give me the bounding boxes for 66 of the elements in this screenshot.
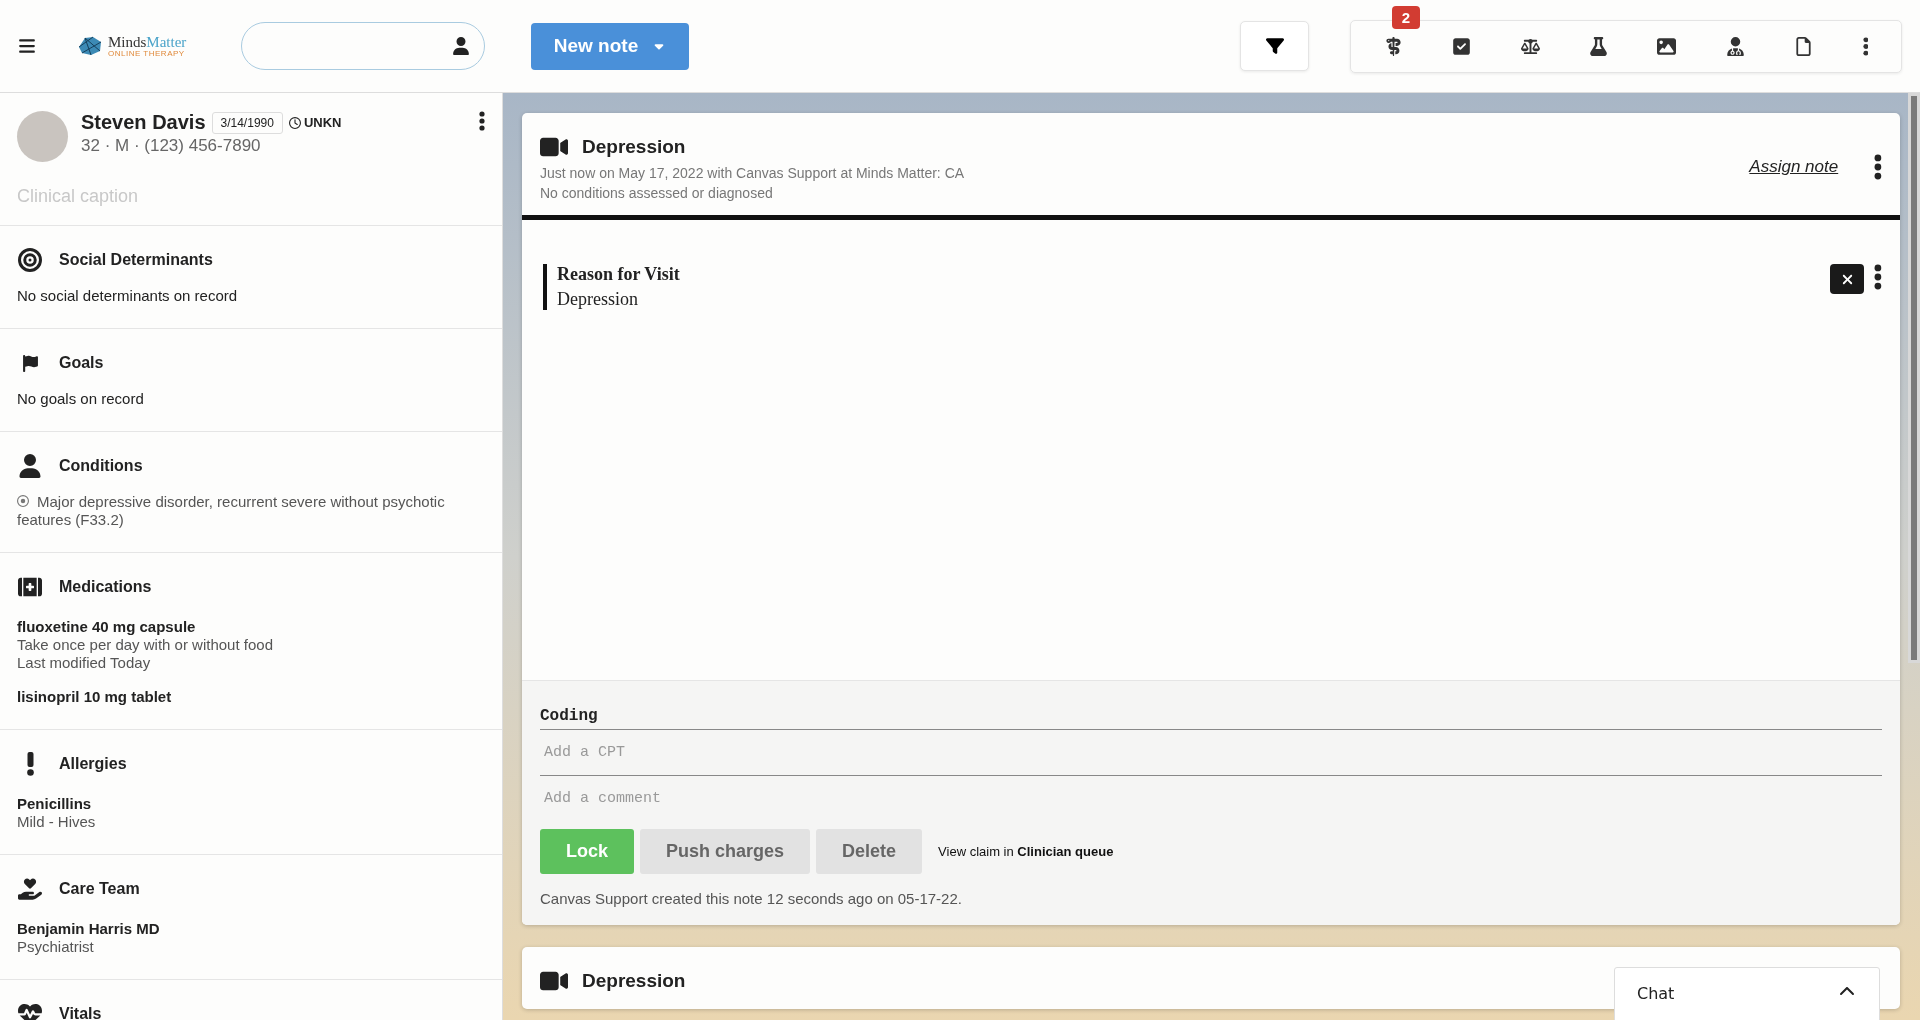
more-icon[interactable] (479, 111, 485, 131)
comment-input-field[interactable]: Add a comment (540, 776, 1882, 821)
record-detail: Take once per day with or without food (17, 636, 274, 654)
record-detail: Psychiatrist (17, 938, 95, 956)
doctor-icon (1725, 36, 1745, 56)
section-title: Vitals (59, 1005, 102, 1020)
cpt-input-field[interactable]: Add a CPT (540, 730, 1882, 776)
checkbox-icon (1452, 36, 1472, 56)
medical-kit-icon (18, 575, 42, 599)
flag-icon (21, 354, 39, 372)
exclamation-icon (26, 752, 34, 776)
note-footer-text: Canvas Support created this note 12 seconds ago on 05-17-22. (540, 890, 962, 907)
record-title: Penicillins (17, 795, 93, 813)
section-title: Care Team (59, 880, 140, 898)
record-title: Benjamin Harris MD (17, 920, 161, 938)
person-icon (18, 454, 42, 478)
lock-button[interactable]: Lock (540, 829, 634, 874)
new-note-button[interactable]: New note (531, 22, 689, 70)
note-title: Depression (582, 970, 686, 992)
section-title: Medications (59, 578, 152, 596)
menu-icon[interactable] (18, 37, 36, 55)
filter-icon (1265, 37, 1284, 55)
empty-state-text: No social determinants on record (17, 287, 239, 305)
image-icon (1657, 36, 1677, 56)
birth-date-tag: 3/14/1990 (211, 111, 283, 134)
condition-text: Major depressive disorder, recurrent severe without psychotic features (F33.2) (17, 493, 446, 529)
more-icon (1862, 36, 1869, 56)
heart-pulse-icon (18, 1002, 42, 1020)
hands-heart-icon (18, 877, 42, 901)
more-icon[interactable] (1874, 264, 1882, 290)
avatar-placeholder (17, 111, 68, 162)
coding-label: Coding (540, 707, 1882, 730)
patient-details: 32 · M · (123) 456-7890 (81, 136, 262, 156)
record-detail: Mild - Hives (17, 813, 97, 831)
clock-icon (288, 116, 301, 129)
empty-state-text: No goals on record (17, 390, 145, 408)
chat-button[interactable]: Chat (1614, 967, 1880, 1020)
scrollbar[interactable] (1908, 93, 1920, 663)
brain-network-logo-icon (76, 35, 104, 57)
target-icon (18, 248, 42, 272)
logo-tagline: ONLINE THERAPY (108, 49, 186, 58)
remove-button[interactable] (1830, 264, 1865, 294)
record-detail: Last modified Today (17, 654, 152, 672)
logo-text: MindsMatter (108, 34, 187, 50)
more-icon[interactable] (1874, 154, 1882, 180)
section-title: Social Determinants (59, 251, 213, 269)
section-title: Goals (59, 354, 104, 372)
file-icon (1794, 36, 1814, 56)
assign-note-link[interactable]: Assign note (1749, 157, 1839, 177)
user-icon (452, 37, 470, 55)
count-badge: 2 (1391, 5, 1421, 29)
note-meta-text: Just now on May 17, 2022 with Canvas Support at Minds Matter: CA (540, 165, 966, 181)
record-title: lisinopril 10 mg tablet (17, 688, 173, 706)
action-button[interactable]: Push charges (640, 829, 811, 874)
flask-icon (1588, 36, 1608, 56)
action-button[interactable]: Delete (816, 829, 923, 874)
patient-name: Steven Davis (81, 111, 206, 134)
note-conditions-text: No conditions assessed or diagnosed (540, 185, 774, 201)
note-title: Depression (582, 136, 686, 158)
section-title: Conditions (59, 457, 143, 475)
record-title: fluoxetine 40 mg capsule (17, 618, 197, 636)
time-zone-text: UNKN (288, 115, 342, 130)
filter-button[interactable] (1240, 21, 1309, 71)
view-claim-link[interactable]: View claim in Clinician queue (938, 844, 1114, 859)
scales-icon (1520, 36, 1540, 56)
section-title: Allergies (59, 755, 127, 773)
